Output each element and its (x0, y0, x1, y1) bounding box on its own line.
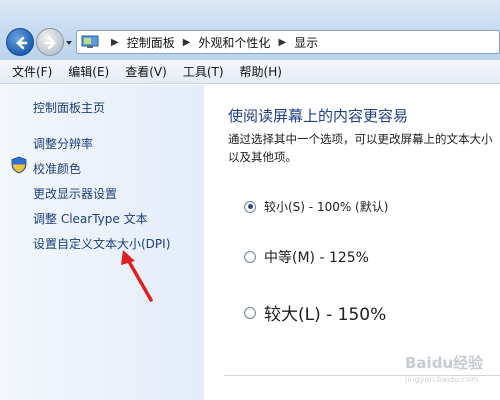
breadcrumb-appearance[interactable]: 外观和个性化 (198, 34, 270, 51)
baidu-watermark: Baidu经验 jingyan.baidu.com (405, 352, 497, 396)
page-heading: 使阅读屏幕上的内容更容易 (228, 107, 409, 125)
control-panel-home-link[interactable]: 控制面板主页 (33, 99, 105, 116)
menu-view[interactable]: 查看(V) (125, 63, 167, 80)
menu-bar: 文件(F) 编辑(E) 查看(V) 工具(T) 帮助(H) (0, 60, 500, 84)
left-task-pane: 控制面板主页 调整分辨率 校准颜色 更改显示器设置 调整 ClearType 文… (0, 85, 204, 400)
red-pointer-arrow (121, 250, 153, 302)
option-smaller-label[interactable]: 较小(S) - 100% (默认) (264, 198, 388, 215)
radio-smaller[interactable] (244, 200, 256, 213)
breadcrumb-separator[interactable]: ▶ (111, 37, 119, 48)
menu-tools[interactable]: 工具(T) (183, 63, 224, 80)
menu-file[interactable]: 文件(F) (12, 63, 52, 80)
page-description: 通过选择其中一个选项，可以更改屏幕上的文本大小以及其他项。 (228, 132, 493, 164)
recent-pages-dropdown-icon[interactable] (64, 38, 74, 48)
watermark-url: jingyan.baidu.com (405, 375, 479, 384)
control-panel-icon (81, 35, 99, 48)
forward-button[interactable] (36, 28, 64, 56)
option-larger-label[interactable]: 较大(L) - 150% (264, 300, 386, 325)
menu-edit[interactable]: 编辑(E) (68, 63, 109, 80)
calibrate-color-link[interactable]: 校准颜色 (33, 160, 81, 177)
back-button[interactable] (6, 28, 34, 56)
adjust-cleartype-link[interactable]: 调整 ClearType 文本 (33, 210, 148, 227)
menu-help[interactable]: 帮助(H) (240, 63, 282, 80)
breadcrumb-separator[interactable]: ▶ (278, 37, 286, 48)
breadcrumb-display[interactable]: 显示 (294, 34, 318, 51)
forward-arrow-icon (44, 36, 56, 50)
option-medium-label[interactable]: 中等(M) - 125% (264, 247, 369, 267)
back-arrow-icon (16, 36, 28, 50)
option-smaller[interactable]: 较小(S) - 100% (默认) (244, 198, 388, 215)
watermark-brand: Baidu经验 (405, 354, 484, 372)
shield-icon (11, 156, 27, 174)
option-larger[interactable]: 较大(L) - 150% (244, 300, 386, 325)
title-bar: ▶ 控制面板 ▶ 外观和个性化 ▶ 显示 (0, 0, 500, 60)
change-display-settings-link[interactable]: 更改显示器设置 (33, 185, 117, 202)
radio-medium[interactable] (244, 251, 256, 263)
address-bar[interactable]: ▶ 控制面板 ▶ 外观和个性化 ▶ 显示 (76, 30, 500, 54)
adjust-resolution-link[interactable]: 调整分辨率 (33, 135, 93, 152)
breadcrumb-separator[interactable]: ▶ (183, 37, 191, 48)
radio-larger[interactable] (244, 306, 256, 319)
option-medium[interactable]: 中等(M) - 125% (244, 247, 369, 267)
breadcrumb-control-panel[interactable]: 控制面板 (127, 34, 175, 51)
